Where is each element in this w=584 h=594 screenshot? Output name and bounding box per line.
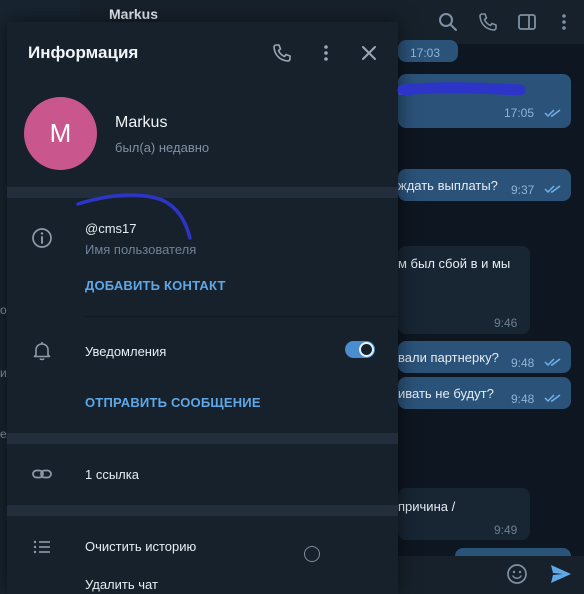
read-ticks-icon xyxy=(544,109,561,118)
message-bubble[interactable]: причина / 9:49 xyxy=(398,488,530,540)
delete-chat-button[interactable]: Удалить чат xyxy=(85,577,158,592)
row-separator xyxy=(85,316,398,317)
message-text: вали партнерку? xyxy=(398,350,499,365)
message-bubble[interactable]: 17:03 xyxy=(398,40,458,62)
message-bubble[interactable]: ивать не будут? 9:48 xyxy=(398,377,571,409)
section-divider xyxy=(7,187,398,198)
avatar-letter: M xyxy=(49,118,72,148)
radio-circle[interactable] xyxy=(304,546,320,562)
message-time: 9:48 xyxy=(511,392,535,406)
sidebar-toggle-icon[interactable] xyxy=(517,12,537,32)
message-time: 17:05 xyxy=(504,106,535,120)
list-icon xyxy=(33,540,50,554)
clear-history-button[interactable]: Очистить историю xyxy=(85,539,196,554)
info-icon xyxy=(32,228,52,248)
send-icon[interactable] xyxy=(549,563,573,585)
toggle-knob xyxy=(359,342,374,357)
bell-icon xyxy=(33,342,51,361)
contact-status: был(а) недавно xyxy=(115,140,210,155)
message-text: м был сбой в и мы xyxy=(398,256,511,271)
read-ticks-icon xyxy=(544,394,561,403)
avatar[interactable]: M xyxy=(24,97,97,170)
message-bubble xyxy=(455,548,571,556)
contact-name: Markus xyxy=(115,114,168,131)
message-time: 9:49 xyxy=(494,523,518,537)
shared-links-item[interactable]: 1 ссылка xyxy=(85,467,139,482)
phone-icon[interactable] xyxy=(272,43,292,63)
message-bubble[interactable]: ждать выплаты? 9:37 xyxy=(398,169,571,201)
phone-icon[interactable] xyxy=(478,12,498,32)
chat-title[interactable]: Markus xyxy=(109,6,158,22)
more-vertical-icon[interactable] xyxy=(554,12,574,32)
message-text: причина / xyxy=(398,499,456,514)
message-bubble[interactable]: м был сбой в и мы 9:46 xyxy=(398,246,530,334)
message-bubble[interactable]: вали партнерку? 9:48 xyxy=(398,341,571,373)
message-text: ивать не будут? xyxy=(398,386,494,401)
link-icon xyxy=(32,469,52,479)
add-contact-button[interactable]: ДОБАВИТЬ КОНТАКТ xyxy=(85,278,226,293)
read-ticks-icon xyxy=(544,358,561,367)
username-caption: Имя пользователя xyxy=(85,242,197,257)
send-message-button[interactable]: ОТПРАВИТЬ СООБЩЕНИЕ xyxy=(85,395,261,410)
message-text: 8 xyxy=(398,83,406,98)
notifications-label: Уведомления xyxy=(85,344,167,359)
more-vertical-icon[interactable] xyxy=(316,43,336,63)
info-panel: Информация M Markus был(а) недавно @cms1… xyxy=(7,22,398,594)
search-icon[interactable] xyxy=(438,12,458,32)
emoji-icon[interactable] xyxy=(506,563,528,585)
username-value[interactable]: @cms17 xyxy=(85,221,137,236)
message-time: 9:48 xyxy=(511,356,535,370)
read-ticks-icon xyxy=(544,185,561,194)
message-bubble[interactable]: 8 17:05 xyxy=(398,74,571,128)
section-divider xyxy=(7,433,398,444)
message-time: 9:37 xyxy=(511,183,535,197)
message-time: 9:46 xyxy=(494,316,518,330)
message-time: 17:03 xyxy=(410,46,441,60)
section-divider xyxy=(7,505,398,516)
panel-title: Информация xyxy=(28,43,139,62)
message-text: ждать выплаты? xyxy=(398,178,498,193)
notifications-toggle[interactable] xyxy=(345,341,375,358)
close-icon[interactable] xyxy=(359,43,379,63)
